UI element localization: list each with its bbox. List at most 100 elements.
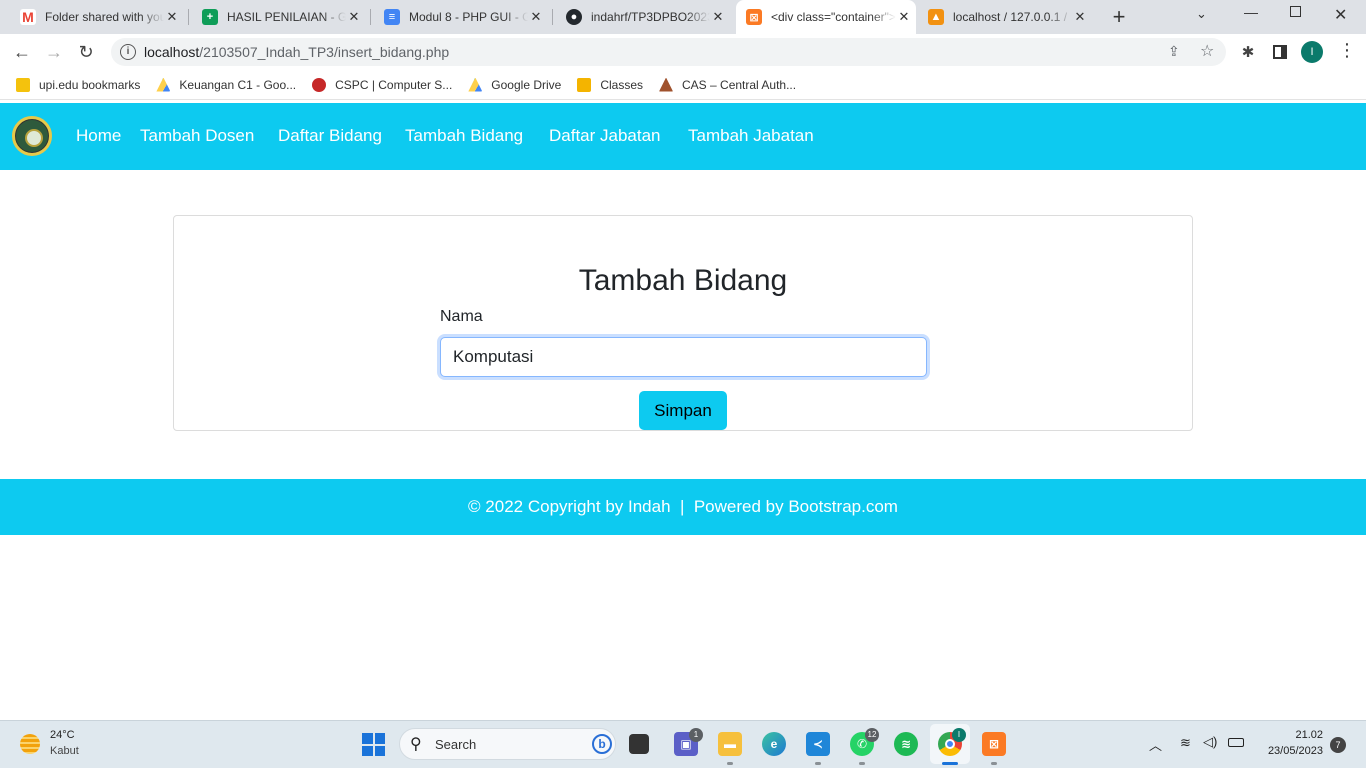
xampp-icon: ⊠: [746, 9, 762, 25]
tab-active-container[interactable]: ⊠ <div class="container"> ✕: [736, 0, 916, 34]
tab-title: HASIL PENILAIAN - Google Sheets: [227, 10, 346, 24]
teams-badge: 1: [689, 728, 703, 742]
chrome-profile-badge: I: [952, 728, 966, 742]
tab-title: Folder shared with you: [45, 10, 164, 24]
side-panel-icon[interactable]: [1273, 45, 1287, 59]
task-view-icon[interactable]: [629, 734, 649, 754]
close-tab-icon[interactable]: ✕: [710, 9, 726, 25]
show-hidden-icons-chevron-icon[interactable]: ︿: [1149, 735, 1162, 754]
browser-toolbar: ← → ↻ i localhost/2103507_Indah_TP3/inse…: [0, 34, 1366, 70]
tab-separator: [188, 9, 189, 25]
bookmark-keuangan[interactable]: Keuangan C1 - Goo...: [156, 77, 297, 92]
tab-separator: [552, 9, 553, 25]
edge-icon[interactable]: e: [762, 732, 786, 756]
docs-icon: ≡: [384, 9, 400, 25]
close-tab-icon[interactable]: ✕: [164, 9, 180, 25]
spotify-icon[interactable]: ≋: [894, 732, 918, 756]
site-info-icon[interactable]: i: [120, 44, 136, 60]
bookmark-label: CAS – Central Auth...: [682, 77, 797, 92]
bookmark-label: Classes: [600, 77, 644, 92]
bookmark-cas[interactable]: CAS – Central Auth...: [659, 77, 797, 92]
tab-docs[interactable]: ≡ Modul 8 - PHP GUI - Google Docs ✕: [376, 0, 548, 34]
sheets-icon: +: [202, 9, 218, 25]
weather-widget[interactable]: 24°C Kabut: [16, 728, 96, 762]
clock-time[interactable]: 21.02: [1260, 729, 1323, 741]
running-indicator: [991, 762, 997, 765]
phpmyadmin-icon: ▲: [928, 9, 944, 25]
search-icon: ⚲: [410, 736, 422, 753]
bookmark-label: CSPC | Computer S...: [335, 77, 453, 92]
whatsapp-badge: 12: [865, 728, 879, 742]
reload-icon[interactable]: ↻: [72, 38, 100, 66]
weather-desc: Kabut: [50, 745, 79, 757]
notification-count-badge[interactable]: 7: [1330, 737, 1346, 753]
clock-date[interactable]: 23/05/2023: [1253, 745, 1323, 757]
footer-text: © 2022 Copyright by Indah | Powered by B…: [468, 497, 898, 516]
weather-sun-icon: [20, 734, 40, 754]
page-title: Tambah Bidang: [578, 264, 788, 297]
tab-github[interactable]: ● indahrf/TP3DPBO2023 ✕: [558, 0, 730, 34]
tab-search-chevron-icon[interactable]: ⌄: [1196, 6, 1207, 22]
forward-arrow-icon[interactable]: →: [40, 38, 68, 66]
site-logo[interactable]: [12, 116, 52, 156]
weather-temp: 24°C: [50, 729, 75, 741]
bookmark-star-icon[interactable]: ☆: [1200, 41, 1214, 61]
tab-sheets[interactable]: + HASIL PENILAIAN - Google Sheets ✕: [194, 0, 366, 34]
volume-icon[interactable]: ◁): [1203, 734, 1217, 750]
bookmark-classes[interactable]: Classes: [577, 77, 644, 92]
new-tab-button[interactable]: +: [1108, 4, 1130, 30]
nav-link-daftar-jabatan[interactable]: Daftar Jabatan: [549, 126, 661, 146]
google-drive-icon: [468, 77, 483, 92]
close-tab-icon[interactable]: ✕: [346, 9, 362, 25]
minimize-window-icon[interactable]: —: [1244, 4, 1258, 20]
browser-menu-icon[interactable]: ⋮: [1338, 40, 1356, 60]
simpan-button[interactable]: Simpan: [639, 391, 727, 430]
nav-link-tambah-dosen[interactable]: Tambah Dosen: [140, 126, 254, 146]
wifi-icon[interactable]: ≋: [1180, 735, 1191, 751]
bookmark-upi[interactable]: upi.edu bookmarks: [16, 77, 140, 92]
github-icon: ●: [566, 9, 582, 25]
bookmarks-bar: upi.edu bookmarks Keuangan C1 - Goo... C…: [0, 70, 1366, 100]
extensions-puzzle-icon[interactable]: ✱: [1234, 38, 1262, 66]
running-indicator: [942, 762, 958, 765]
nama-input[interactable]: [440, 337, 927, 377]
start-windows-icon[interactable]: [362, 733, 385, 756]
close-tab-icon[interactable]: ✕: [896, 9, 912, 25]
classroom-icon: [577, 77, 592, 92]
share-icon[interactable]: ⇪: [1168, 43, 1180, 60]
google-drive-icon: [156, 77, 171, 92]
cspc-icon: [312, 77, 327, 92]
restore-window-icon[interactable]: [1290, 6, 1301, 17]
gmail-icon: M: [20, 9, 36, 25]
nav-link-home[interactable]: Home: [76, 126, 121, 146]
address-bar[interactable]: i localhost/2103507_Indah_TP3/insert_bid…: [111, 38, 1226, 66]
profile-avatar[interactable]: I: [1301, 41, 1323, 63]
close-tab-icon[interactable]: ✕: [528, 9, 544, 25]
close-tab-icon[interactable]: ✕: [1072, 9, 1088, 25]
taskbar-search-box[interactable]: ⚲ Search b: [399, 728, 616, 760]
bookmark-cspc[interactable]: CSPC | Computer S...: [312, 77, 453, 92]
tab-phpmyadmin[interactable]: ▲ localhost / 127.0.0.1 / ✕: [920, 0, 1092, 34]
vscode-icon[interactable]: ≺: [806, 732, 830, 756]
xampp-icon[interactable]: ⊠: [982, 732, 1006, 756]
bookmark-google-drive[interactable]: Google Drive: [468, 77, 561, 92]
tab-title: localhost / 127.0.0.1 /: [953, 10, 1068, 24]
nav-link-tambah-bidang[interactable]: Tambah Bidang: [405, 126, 523, 146]
tab-separator: [370, 9, 371, 25]
running-indicator: [727, 762, 733, 765]
close-window-icon[interactable]: ✕: [1334, 5, 1347, 25]
search-placeholder: Search: [435, 737, 477, 752]
tab-title: <div class="container">: [771, 10, 896, 24]
nav-link-daftar-bidang[interactable]: Daftar Bidang: [278, 126, 382, 146]
nama-label: Nama: [440, 308, 483, 325]
file-explorer-icon[interactable]: ▬: [718, 732, 742, 756]
battery-icon[interactable]: [1228, 738, 1244, 747]
nav-link-tambah-jabatan[interactable]: Tambah Jabatan: [688, 126, 814, 146]
bookmark-label: Keuangan C1 - Goo...: [179, 77, 297, 92]
tab-gmail[interactable]: M Folder shared with you ✕: [12, 0, 184, 34]
bing-icon: b: [592, 734, 612, 754]
tab-title: indahrf/TP3DPBO2023: [591, 10, 710, 24]
browser-tab-strip: M Folder shared with you ✕ + HASIL PENIL…: [0, 0, 1366, 34]
back-arrow-icon[interactable]: ←: [8, 38, 36, 66]
url-path: /2103507_Indah_TP3/insert_bidang.php: [199, 44, 450, 60]
